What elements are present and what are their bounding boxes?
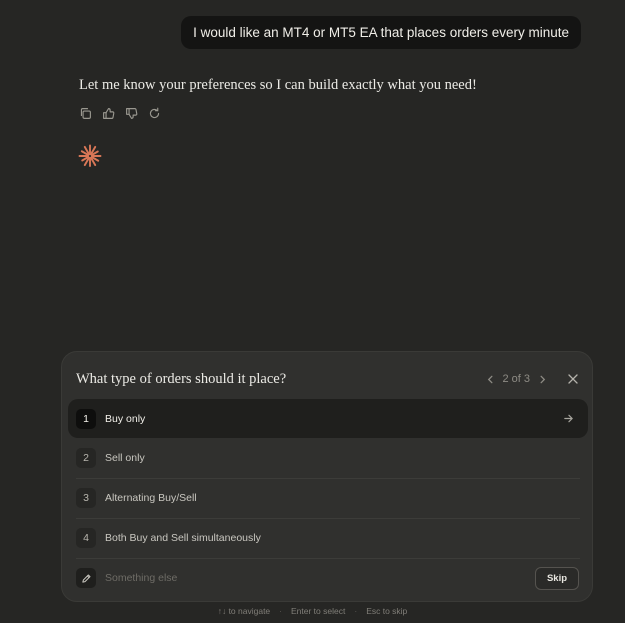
pager-label: 2 of 3	[502, 373, 530, 385]
option-both[interactable]: 4 Both Buy and Sell simultaneously	[68, 518, 588, 558]
option-list: 1 Buy only 2 Sell only 3 Alternating Buy…	[68, 399, 588, 598]
arrow-right-icon	[562, 413, 574, 425]
option-label: Buy only	[105, 412, 146, 425]
user-message: I would like an MT4 or MT5 EA that place…	[181, 16, 581, 49]
question-title: What type of orders should it place?	[76, 370, 287, 387]
option-number: 4	[76, 528, 96, 548]
retry-icon[interactable]	[146, 105, 162, 121]
option-sell-only[interactable]: 2 Sell only	[68, 438, 588, 478]
keyboard-hints: ↑↓ to navigate · Enter to select · Esc t…	[0, 606, 625, 616]
option-label: Alternating Buy/Sell	[105, 492, 197, 504]
chevron-right-icon[interactable]	[536, 373, 548, 385]
close-icon[interactable]	[566, 372, 580, 386]
hint-navigate: ↑↓ to navigate	[217, 606, 271, 616]
option-label: Both Buy and Sell simultaneously	[105, 532, 261, 544]
assistant-message: Let me know your preferences so I can bu…	[79, 77, 477, 93]
option-number: 2	[76, 448, 96, 468]
message-actions	[77, 105, 162, 121]
question-header: What type of orders should it place? 2 o…	[76, 369, 580, 389]
pencil-icon	[76, 568, 96, 588]
thumbs-down-icon[interactable]	[123, 105, 139, 121]
other-option-row: Skip	[68, 558, 588, 598]
hint-separator: ·	[354, 606, 358, 616]
hint-separator: ·	[279, 606, 282, 616]
claude-spark-icon	[78, 144, 102, 167]
other-option-input[interactable]	[105, 572, 535, 584]
hint-skip: Esc to skip	[366, 606, 408, 616]
option-number: 3	[76, 488, 96, 508]
thumbs-up-icon[interactable]	[100, 105, 116, 121]
question-panel: What type of orders should it place? 2 o…	[61, 351, 593, 602]
option-alternating[interactable]: 3 Alternating Buy/Sell	[68, 478, 588, 518]
option-label: Sell only	[105, 452, 145, 464]
chevron-left-icon[interactable]	[484, 373, 496, 385]
option-number: 1	[76, 408, 96, 429]
copy-icon[interactable]	[77, 105, 93, 121]
option-buy-only[interactable]: 1 Buy only	[68, 399, 588, 438]
hint-select: Enter to select	[291, 606, 346, 616]
question-pager: 2 of 3	[484, 373, 548, 385]
skip-button[interactable]: Skip	[535, 566, 579, 590]
